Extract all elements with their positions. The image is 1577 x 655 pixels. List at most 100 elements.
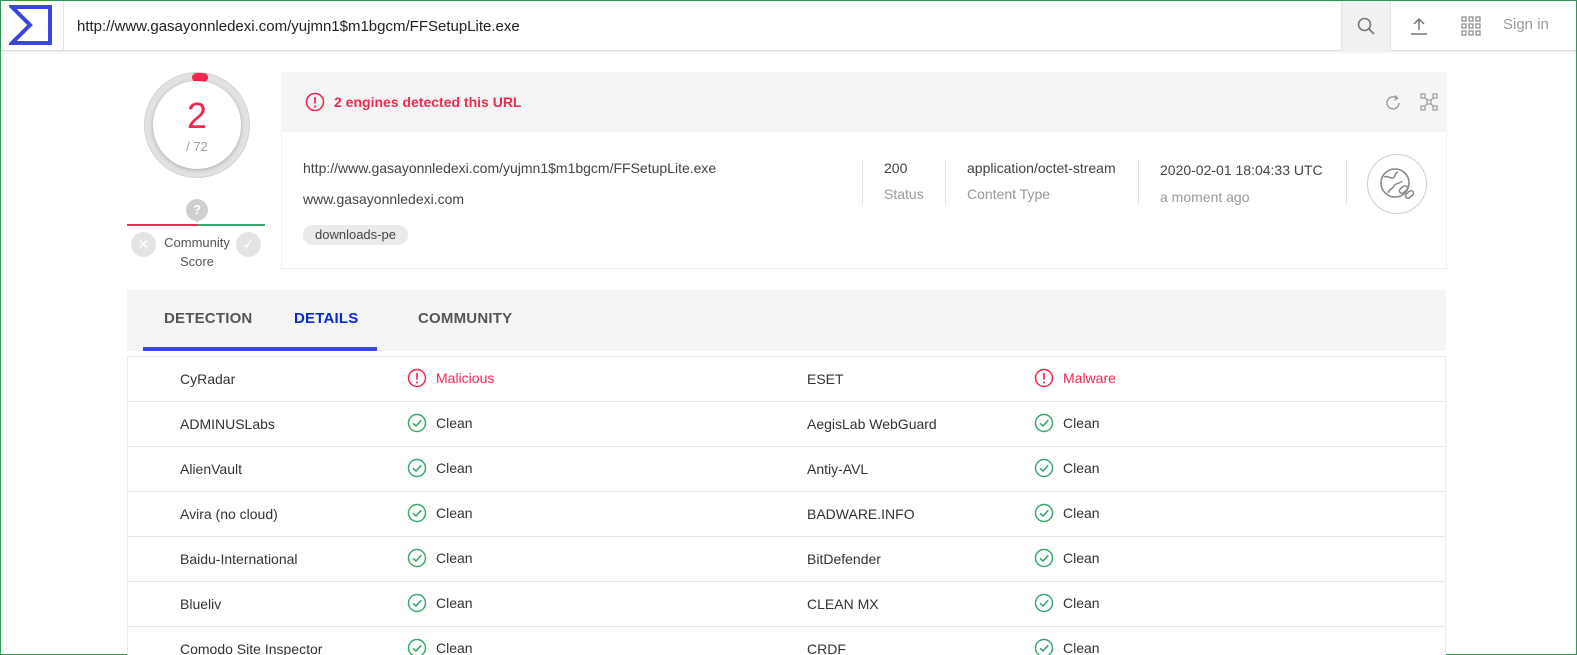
divider: [862, 160, 863, 205]
engine-verdict: Clean: [1034, 502, 1100, 524]
verdict-label: Clean: [1063, 460, 1100, 476]
engine-verdict: Clean: [1034, 592, 1100, 614]
virustotal-logo[interactable]: [9, 5, 53, 45]
verdict-label: Clean: [1063, 550, 1100, 566]
engine-verdict: Clean: [1034, 412, 1100, 434]
detection-count: 2: [186, 95, 208, 136]
table-row: CyRadar Malicious ESET Malware: [128, 357, 1445, 402]
verdict-label: Clean: [1063, 640, 1100, 655]
analysis-tabs: DETECTION DETAILS COMMUNITY: [127, 290, 1446, 351]
community-score-label-line2: Score: [180, 254, 214, 269]
check-circle-icon: [1034, 638, 1054, 655]
check-circle-icon: [407, 593, 427, 613]
verdict-label: Malware: [1063, 370, 1116, 386]
table-row: ADMINUSLabs Clean AegisLab WebGuard Clean: [128, 402, 1445, 447]
table-row: AlienVault Clean Antiy-AVL Clean: [128, 447, 1445, 492]
engine-verdict: Clean: [407, 502, 473, 524]
analysis-date-relative: a moment ago: [1160, 189, 1250, 205]
search-button[interactable]: [1341, 1, 1391, 51]
verdict-label: Clean: [436, 550, 473, 566]
content-type-value: application/octet-stream: [967, 160, 1116, 176]
engine-verdict: Clean: [407, 592, 473, 614]
engine-name: AlienVault: [180, 461, 243, 477]
detection-alert-text: 2 engines detected this URL: [334, 94, 522, 110]
active-tab-indicator: [143, 347, 377, 351]
engine-results-table: CyRadar Malicious ESET Malware ADMINUSLabs Cl…: [127, 356, 1446, 655]
engine-name: AegisLab WebGuard: [807, 416, 937, 432]
divider: [945, 160, 946, 205]
tab-community[interactable]: COMMUNITY: [418, 310, 512, 327]
engine-verdict: Clean: [1034, 637, 1100, 655]
engine-verdict: Clean: [407, 547, 473, 569]
graph-icon[interactable]: [1420, 93, 1438, 111]
globe-link-icon: [1380, 168, 1415, 200]
detection-score-gauge: 2 / 72: [144, 72, 250, 178]
check-circle-icon: [407, 458, 427, 478]
logo-divider: [63, 1, 64, 51]
engine-name: CLEAN MX: [807, 596, 879, 612]
reanalyze-icon[interactable]: [1383, 93, 1403, 113]
engine-verdict: Clean: [1034, 457, 1100, 479]
verdict-label: Clean: [436, 460, 473, 476]
engine-name: CyRadar: [180, 371, 236, 387]
engine-name: ADMINUSLabs: [180, 416, 275, 432]
alert-icon: [1034, 368, 1054, 388]
check-circle-icon: [1034, 413, 1054, 433]
verdict-label: Clean: [436, 505, 473, 521]
search-input[interactable]: [77, 14, 1327, 38]
community-score-label-line1: Community: [164, 235, 230, 250]
upload-button[interactable]: [1397, 1, 1441, 51]
analysis-date-value: 2020-02-01 18:04:33 UTC: [1160, 162, 1323, 178]
content-type-label: Content Type: [967, 186, 1051, 202]
check-circle-icon: [1034, 458, 1054, 478]
alert-icon: [305, 92, 325, 112]
tag-chip[interactable]: downloads-pe: [303, 225, 408, 245]
upload-icon: [1411, 17, 1427, 35]
url-summary-card: http://www.gasayonnledexi.com/yujmn1$m1b…: [281, 132, 1447, 269]
analyzed-url: http://www.gasayonnledexi.com/yujmn1$m1b…: [303, 160, 717, 176]
gauge-center: 2 / 72: [153, 81, 241, 169]
vote-harmless-button[interactable]: ✓: [236, 232, 261, 257]
engine-name: Blueliv: [180, 596, 222, 612]
table-row: Blueliv Clean CLEAN MX Clean: [128, 582, 1445, 627]
verdict-label: Clean: [1063, 415, 1100, 431]
divider: [1138, 160, 1139, 205]
engine-verdict: Clean: [407, 637, 473, 655]
community-score-bar-negative: [127, 224, 197, 226]
engine-name: ESET: [807, 371, 844, 387]
tab-detection[interactable]: DETECTION: [164, 310, 252, 327]
engine-verdict: Clean: [407, 457, 473, 479]
engine-name: Comodo Site Inspector: [180, 641, 323, 655]
status-label: Status: [884, 186, 924, 202]
verdict-label: Clean: [436, 415, 473, 431]
check-circle-icon: [1034, 548, 1054, 568]
close-icon: ✕: [137, 236, 150, 252]
engine-name: Avira (no cloud): [180, 506, 278, 522]
tab-details[interactable]: DETAILS: [294, 310, 358, 327]
check-circle-icon: [407, 638, 427, 655]
verdict-label: Malicious: [436, 370, 495, 386]
alert-icon: [407, 368, 427, 388]
table-row: Comodo Site Inspector Clean CRDF Clean: [128, 627, 1445, 655]
url-domain[interactable]: www.gasayonnledexi.com: [303, 191, 464, 207]
engine-verdict: Clean: [1034, 547, 1100, 569]
table-row: Baidu-International Clean BitDefender Clean: [128, 537, 1445, 582]
divider: [1346, 160, 1347, 205]
status-value: 200: [884, 160, 908, 176]
verdict-label: Clean: [436, 640, 473, 655]
verdict-label: Clean: [1063, 595, 1100, 611]
top-bar: Sign in: [1, 1, 1576, 51]
community-score-bar-positive: [197, 224, 265, 226]
engine-name: Antiy-AVL: [807, 461, 869, 477]
check-circle-icon: [407, 413, 427, 433]
engine-name: CRDF: [807, 641, 846, 655]
engine-verdict: Malware: [1034, 367, 1116, 389]
engine-name: BitDefender: [807, 551, 881, 567]
check-icon: ✓: [242, 236, 255, 252]
sign-in-link[interactable]: Sign in: [1503, 16, 1549, 33]
apps-button[interactable]: [1449, 1, 1493, 51]
vote-harmful-button[interactable]: ✕: [131, 232, 156, 257]
check-circle-icon: [407, 548, 427, 568]
engine-total: / 72: [186, 139, 208, 154]
verdict-label: Clean: [436, 595, 473, 611]
